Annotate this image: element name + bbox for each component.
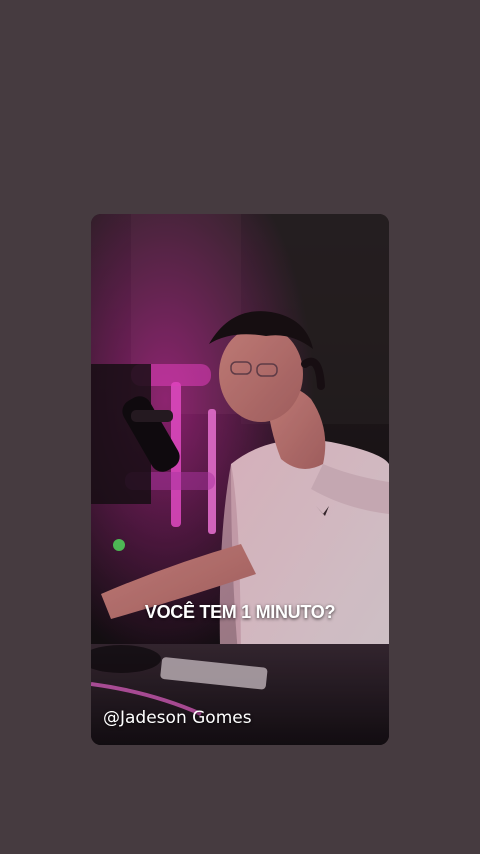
username-handle[interactable]: @Jadeson Gomes — [103, 708, 252, 728]
video-card[interactable]: VOCÊ TEM 1 MINUTO? @Jadeson Gomes — [91, 214, 389, 745]
caption-text: VOCÊ TEM 1 MINUTO? — [144, 602, 336, 622]
video-frame-scene — [91, 214, 389, 745]
